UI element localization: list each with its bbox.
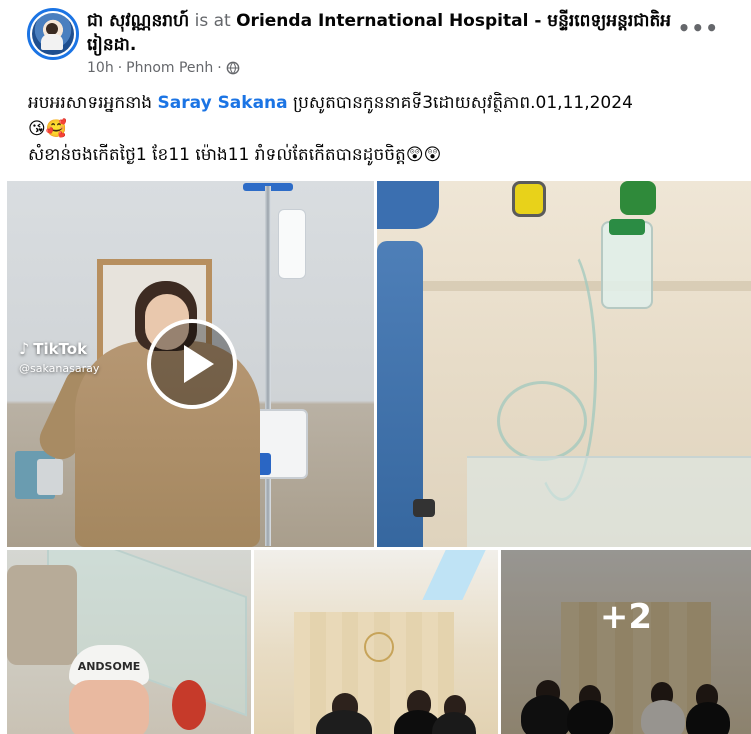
tiktok-username: @sakanasaray	[19, 362, 100, 375]
trash-bin	[37, 459, 63, 495]
post-header: ជា សុវណ្ណនរាហ៍ is at Orienda Internation…	[87, 9, 687, 57]
tiktok-watermark: ♪ TikTok @sakanasaray	[19, 339, 99, 375]
post-location[interactable]: Phnom Penh	[126, 60, 213, 76]
facebook-post: ជា សុវណ្ណនរាហ៍ is at Orienda Internation…	[0, 0, 751, 734]
photo-thumbnail[interactable]	[377, 181, 751, 547]
gauge	[620, 181, 656, 215]
cloth	[7, 565, 77, 665]
is-at-text: is at	[194, 11, 231, 31]
gauge	[512, 181, 546, 217]
photo-thumbnail-more[interactable]: +2	[501, 550, 751, 734]
author-avatar[interactable]	[27, 8, 79, 60]
baby-crib	[467, 456, 751, 547]
photo-thumbnail[interactable]	[254, 550, 498, 734]
message-text: អបអរសាទរអ្នកនាង	[28, 93, 158, 113]
wristwatch	[413, 499, 435, 517]
message-emoji: 😘🥰	[28, 119, 67, 139]
tagged-person-link[interactable]: Saray Sakana	[158, 93, 288, 113]
bottle-cap	[609, 219, 645, 235]
baby-hat-text: ANDSOME	[77, 660, 141, 673]
message-text: ប្រសូតបានកូននាគទី3ដោយសុវត្ថិភាព.01,11,20…	[287, 93, 633, 113]
hospital-logo	[364, 632, 394, 662]
iv-bag	[278, 209, 306, 279]
iv-pole	[265, 186, 271, 546]
play-icon[interactable]	[147, 319, 237, 409]
more-photos-count[interactable]: +2	[501, 550, 751, 734]
globe-icon[interactable]	[226, 61, 240, 75]
tiktok-icon: ♪	[19, 339, 30, 358]
author-name[interactable]: ជា សុវណ្ណនរាហ៍	[87, 11, 189, 31]
post-time[interactable]: 10h	[87, 60, 114, 76]
post-message: អបអរសាទរអ្នកនាង Saray Sakana ប្រសូតបានកូ…	[28, 90, 743, 168]
message-line-1: អបអរសាទរអ្នកនាង Saray Sakana ប្រសូតបានកូ…	[28, 90, 743, 116]
message-text: សំខាន់ចងកេីតថ្ងៃ1 ខែ11 ម៉ោង11 រាំទល់តែកេ…	[28, 145, 406, 165]
meta-separator: ·	[117, 60, 123, 76]
surgical-cap	[377, 181, 439, 229]
baby-face	[69, 680, 149, 734]
video-thumbnail[interactable]: ♪ TikTok @sakanasaray	[7, 181, 374, 547]
more-options-icon[interactable]: •••	[678, 16, 719, 40]
ceiling-light	[422, 550, 486, 600]
avatar-image	[32, 13, 74, 55]
photo-thumbnail[interactable]: ANDSOME	[7, 550, 251, 734]
photo-grid: ♪ TikTok @sakanasaray ANDSOME +2	[7, 181, 751, 734]
red-bulb	[172, 680, 206, 730]
message-line-3: សំខាន់ចងកេីតថ្ងៃ1 ខែ11 ម៉ោង11 រាំទល់តែកេ…	[28, 142, 743, 168]
oxygen-tube	[497, 381, 587, 461]
tiktok-brand: ♪ TikTok	[19, 339, 99, 358]
post-meta: 10h · Phnom Penh ·	[87, 60, 240, 76]
tiktok-label: TikTok	[33, 339, 88, 358]
message-emoji: 😲😲	[405, 145, 442, 165]
meta-separator: ·	[217, 60, 222, 76]
